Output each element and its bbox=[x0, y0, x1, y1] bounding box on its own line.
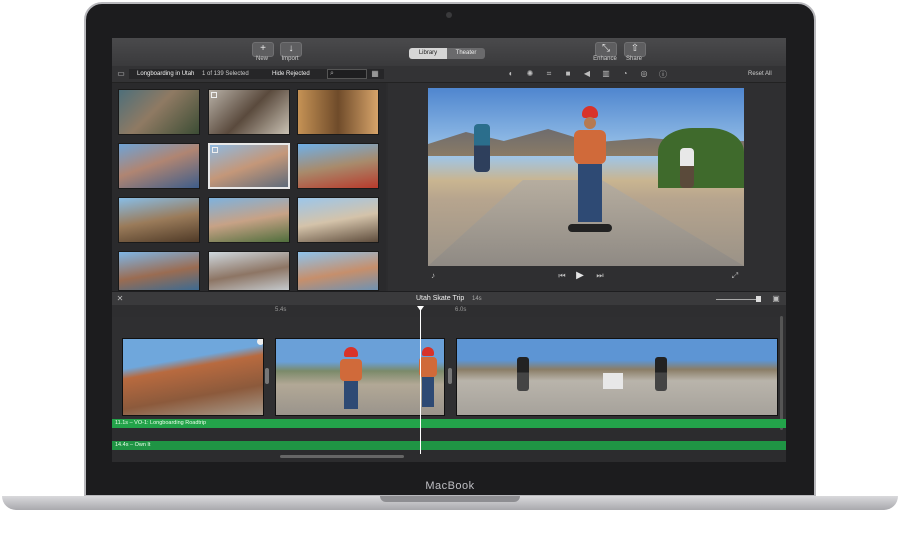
share-label: Share bbox=[625, 56, 642, 62]
tab-library[interactable]: Library bbox=[409, 48, 447, 59]
shirt bbox=[340, 359, 362, 381]
event-name: Longboarding in Utah bbox=[137, 71, 195, 77]
magic-wand-icon: ⤡ bbox=[602, 43, 610, 54]
stabilization-icon[interactable]: ■ bbox=[563, 69, 573, 78]
plus-icon: + bbox=[260, 43, 266, 54]
info-icon[interactable]: ⓘ bbox=[658, 69, 668, 80]
timeline-clip[interactable] bbox=[122, 338, 264, 416]
zoom-slider-thumb[interactable] bbox=[756, 296, 761, 302]
shirt bbox=[574, 130, 606, 164]
jeans bbox=[344, 381, 358, 409]
zoom-slider[interactable] bbox=[716, 299, 760, 300]
transition-handle[interactable] bbox=[265, 368, 269, 384]
skateboard bbox=[568, 224, 612, 232]
color-correction-icon[interactable]: ✺ bbox=[525, 69, 535, 78]
new-label: New bbox=[255, 56, 268, 62]
timeline-header: ✕ Utah Skate Trip 14s ▣ bbox=[112, 291, 786, 306]
close-icon[interactable]: ✕ bbox=[115, 294, 125, 303]
face bbox=[584, 117, 596, 129]
tab-theater[interactable]: Theater bbox=[447, 48, 485, 59]
jeans bbox=[578, 164, 602, 222]
filter-icon[interactable]: ◎ bbox=[639, 69, 649, 78]
playhead[interactable] bbox=[420, 306, 421, 454]
skip-forward-icon[interactable]: ⏭ bbox=[595, 271, 605, 281]
fullscreen-icon[interactable]: ⤢ bbox=[730, 271, 740, 281]
noise-reduction-icon[interactable]: ▥ bbox=[601, 69, 611, 78]
brand-label: MacBook bbox=[425, 480, 475, 492]
transition-handle[interactable] bbox=[448, 368, 452, 384]
share-button[interactable]: ⇧ bbox=[624, 42, 646, 57]
thumbnail-selected[interactable] bbox=[208, 143, 290, 189]
search-input[interactable]: ⌕ bbox=[327, 69, 367, 79]
ruler-mark: 6.0s bbox=[455, 307, 467, 313]
project-title: Utah Skate Trip bbox=[416, 295, 465, 302]
trees bbox=[658, 128, 744, 188]
clip-menu-icon[interactable] bbox=[257, 339, 263, 345]
secondary-bar: ▭ Longboarding in Utah 1 of 139 Selected… bbox=[112, 66, 786, 83]
enhance-button[interactable]: ⤡ bbox=[595, 42, 617, 57]
thumbnail[interactable] bbox=[297, 143, 379, 189]
thumbnail[interactable] bbox=[297, 251, 379, 291]
speed-icon[interactable]: ◔ bbox=[620, 69, 630, 78]
camera-icon bbox=[446, 12, 452, 18]
thumbnail[interactable] bbox=[208, 251, 290, 291]
helmet bbox=[422, 347, 434, 356]
helmet bbox=[344, 347, 358, 357]
project-duration: 14s bbox=[472, 296, 482, 302]
thumbnail[interactable] bbox=[208, 197, 290, 243]
timeline-clip[interactable] bbox=[456, 338, 778, 416]
skater-left bbox=[474, 124, 490, 172]
import-arrow-icon: ↓ bbox=[288, 43, 294, 54]
media-browser bbox=[112, 83, 386, 291]
skater-main bbox=[566, 106, 614, 246]
hide-rejected-dropdown[interactable]: Hide Rejected bbox=[272, 71, 310, 77]
crop-icon[interactable]: ⌗ bbox=[544, 69, 554, 79]
audio-track-music[interactable]: 14.4s – Own It bbox=[112, 441, 786, 450]
top-toolbar: + New ↓ Import Library Theater ⤡ Enhance… bbox=[112, 38, 786, 66]
sidebar-toggle-icon[interactable]: ▭ bbox=[116, 69, 126, 78]
thumbnail[interactable] bbox=[118, 197, 200, 243]
clip-appearance-icon[interactable]: ▦ bbox=[370, 69, 380, 78]
import-button[interactable]: ↓ bbox=[280, 42, 302, 57]
imovie-window: + New ↓ Import Library Theater ⤡ Enhance… bbox=[112, 38, 786, 462]
skater bbox=[517, 357, 529, 391]
thumbnail[interactable] bbox=[118, 143, 200, 189]
new-button[interactable]: + bbox=[252, 42, 274, 57]
microphone-icon[interactable]: ♪ bbox=[428, 271, 438, 280]
play-icon[interactable]: ▶ bbox=[575, 270, 585, 281]
volume-icon[interactable]: ◀ bbox=[582, 69, 592, 78]
thumbnail[interactable] bbox=[297, 197, 379, 243]
thumbnail[interactable] bbox=[118, 89, 200, 135]
timeline-settings-icon[interactable]: ▣ bbox=[771, 294, 781, 303]
laptop-notch bbox=[380, 496, 520, 502]
skater bbox=[655, 357, 667, 391]
ruler-mark: 5.4s bbox=[275, 307, 287, 313]
skip-back-icon[interactable]: ⏮ bbox=[557, 271, 567, 281]
color-balance-icon[interactable]: ◐ bbox=[506, 69, 516, 78]
selection-count: 1 of 139 Selected bbox=[202, 71, 249, 77]
checkbox-icon bbox=[212, 147, 218, 153]
thumbnail[interactable] bbox=[297, 89, 379, 135]
jeans bbox=[422, 377, 434, 407]
horizontal-scrollbar[interactable] bbox=[280, 455, 404, 458]
audio-track-voiceover[interactable]: 11.1s – VO-1: Longboarding Roadtrip bbox=[112, 419, 786, 428]
thumbnail[interactable] bbox=[208, 89, 290, 135]
share-icon: ⇧ bbox=[630, 43, 640, 54]
import-label: Import bbox=[281, 56, 299, 62]
thumbnail[interactable] bbox=[118, 251, 200, 291]
cutaway-thumbnail bbox=[603, 373, 623, 389]
enhance-label: Enhance bbox=[593, 56, 617, 62]
vertical-scrollbar[interactable] bbox=[780, 316, 783, 430]
skater-right bbox=[680, 148, 694, 188]
search-icon: ⌕ bbox=[330, 70, 334, 77]
checkbox-icon bbox=[211, 92, 217, 98]
reset-all-button[interactable]: Reset All bbox=[748, 71, 772, 77]
viewer-pane: ♪ ⏮ ▶ ⏭ ⤢ bbox=[388, 83, 786, 291]
video-preview[interactable] bbox=[428, 88, 744, 266]
shirt bbox=[419, 357, 437, 377]
time-ruler: 5.4s 6.0s bbox=[112, 305, 786, 317]
